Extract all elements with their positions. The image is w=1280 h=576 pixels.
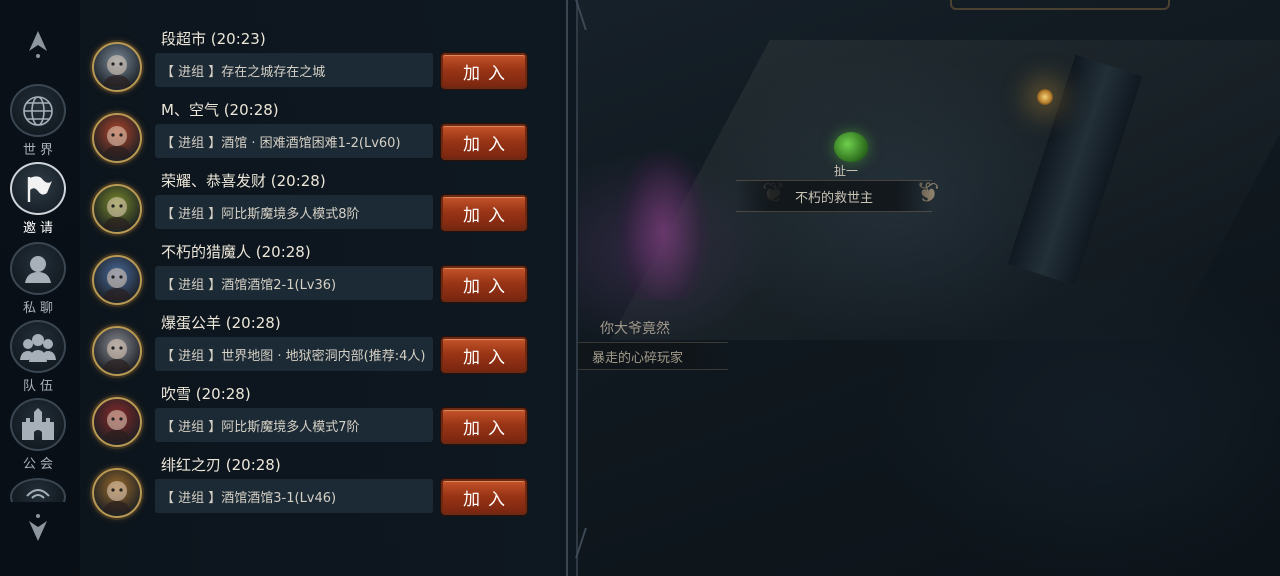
person-icon <box>10 242 66 295</box>
join-button[interactable]: 加入 <box>441 53 527 89</box>
join-button[interactable]: 加入 <box>441 408 527 444</box>
scroll-down-arrow-icon[interactable] <box>24 514 52 542</box>
avatar[interactable] <box>92 326 142 376</box>
avatar[interactable] <box>92 184 142 234</box>
avatar[interactable] <box>92 255 142 305</box>
invite-entry: 荣耀、恭喜发财 (20:28) 【 进组 】阿比斯魔境多人模式8阶 加入 <box>80 170 570 241</box>
join-button[interactable]: 加入 <box>441 124 527 160</box>
npc-orb[interactable] <box>834 132 868 162</box>
castle-icon <box>10 398 66 451</box>
join-button[interactable]: 加入 <box>441 195 527 231</box>
nav-more[interactable] <box>8 478 68 502</box>
npc-title-plate: 不朽的救世主 <box>736 180 932 212</box>
globe-icon <box>10 84 66 137</box>
sender-name[interactable]: M、空气 (20:28) <box>161 99 279 120</box>
nav-private-chat[interactable]: 私聊 <box>8 242 68 316</box>
silver-hair-avatar-icon <box>103 339 131 371</box>
invite-message: 【 进组 】酒馆 · 困难酒馆困难1-2(Lv60) <box>155 124 433 158</box>
avatar[interactable] <box>92 42 142 92</box>
dwarf-avatar-icon <box>103 126 131 158</box>
player-character[interactable] <box>618 150 708 300</box>
top-frame-decoration <box>950 0 1170 10</box>
nav-invite-label: 邀请 <box>22 221 57 236</box>
more-channel-icon <box>10 478 66 502</box>
sender-name[interactable]: 吹雪 (20:28) <box>161 383 251 404</box>
invite-message: 【 进组 】阿比斯魔境多人模式7阶 <box>155 408 433 442</box>
sender-name[interactable]: 爆蛋公羊 (20:28) <box>161 312 281 333</box>
avatar[interactable] <box>92 113 142 163</box>
avatar[interactable] <box>92 468 142 518</box>
crimson-blade-avatar-icon <box>103 481 131 513</box>
scene-wall <box>610 40 1280 340</box>
invite-message: 【 进组 】阿比斯魔境多人模式8阶 <box>155 195 433 229</box>
channel-sidebar: 世界 邀请 私聊 队伍 公会 <box>0 0 80 576</box>
nav-guild[interactable]: 公会 <box>8 398 68 472</box>
nav-team[interactable]: 队伍 <box>8 320 68 394</box>
sender-name[interactable]: 段超市 (20:23) <box>161 28 266 49</box>
invite-message: 【 进组 】酒馆酒馆3-1(Lv46) <box>155 479 433 513</box>
hooded-girl-avatar-icon <box>103 55 131 87</box>
team-icon <box>10 320 66 373</box>
avatar[interactable] <box>92 397 142 447</box>
join-button[interactable]: 加入 <box>441 479 527 515</box>
red-demon-avatar-icon <box>103 410 131 442</box>
join-button[interactable]: 加入 <box>441 337 527 373</box>
invite-entry: 绯红之刃 (20:28) 【 进组 】酒馆酒馆3-1(Lv46) 加入 <box>80 454 570 525</box>
invite-message: 【 进组 】酒馆酒馆2-1(Lv36) <box>155 266 433 300</box>
invite-entry: 不朽的猎魔人 (20:28) 【 进组 】酒馆酒馆2-1(Lv36) 加入 <box>80 241 570 312</box>
invite-entry: 爆蛋公羊 (20:28) 【 进组 】世界地图 · 地狱密洞内部(推荐:4人) 加入 <box>80 312 570 383</box>
nav-private-chat-label: 私聊 <box>22 301 57 316</box>
flag-icon <box>10 162 66 215</box>
sender-name[interactable]: 荣耀、恭喜发财 (20:28) <box>161 170 326 191</box>
invite-message: 【 进组 】存在之城存在之城 <box>155 53 433 87</box>
lamp-light <box>1036 88 1054 106</box>
sender-name[interactable]: 不朽的猎魔人 (20:28) <box>161 241 311 262</box>
nav-team-label: 队伍 <box>22 379 57 394</box>
nav-guild-label: 公会 <box>22 457 57 472</box>
invite-entry: 吹雪 (20:28) 【 进组 】阿比斯魔境多人模式7阶 加入 <box>80 383 570 454</box>
scroll-up-arrow-icon[interactable] <box>24 30 52 58</box>
invite-entry: M、空气 (20:28) 【 进组 】酒馆 · 困难酒馆困难1-2(Lv60) 加入 <box>80 99 570 170</box>
invite-entry: 段超市 (20:23) 【 进组 】存在之城存在之城 加入 <box>80 28 570 99</box>
npc-label: 扯一 <box>834 164 859 178</box>
invite-message: 【 进组 】世界地图 · 地狱密洞内部(推荐:4人) <box>155 337 433 371</box>
blue-beast-avatar-icon <box>103 268 131 300</box>
nav-world-label: 世界 <box>22 143 57 158</box>
golden-mask-avatar-icon <box>103 197 131 229</box>
join-button[interactable]: 加入 <box>441 266 527 302</box>
nav-invite[interactable]: 邀请 <box>8 162 68 236</box>
sender-name[interactable]: 绯红之刃 (20:28) <box>161 454 281 475</box>
player-name-label: 你大爷竟然 <box>600 321 670 337</box>
player-title-plate: 暴走的心碎玩家 <box>578 342 728 370</box>
nav-world[interactable]: 世界 <box>8 84 68 158</box>
